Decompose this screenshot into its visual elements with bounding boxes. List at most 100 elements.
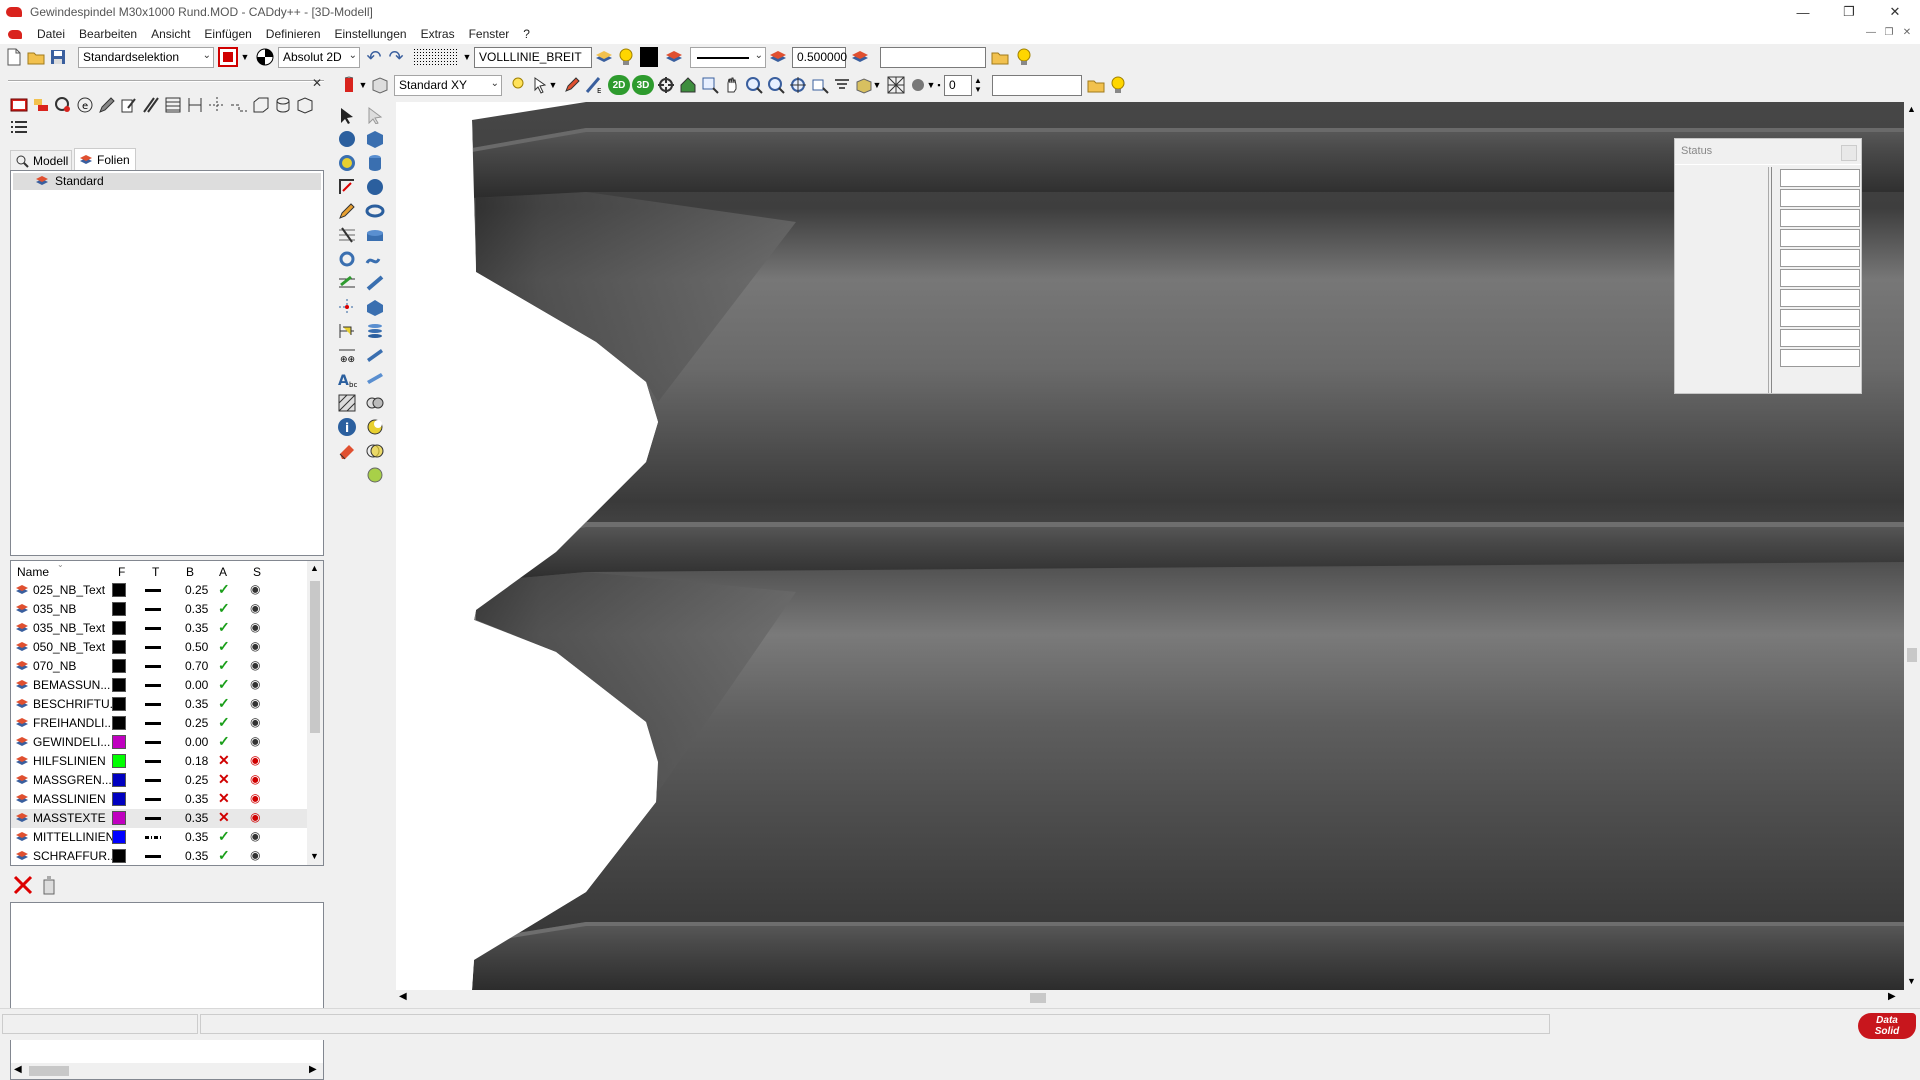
- info-icon[interactable]: i: [336, 416, 358, 438]
- menu-help[interactable]: ?: [516, 27, 537, 41]
- grid-pattern-icon[interactable]: [414, 47, 462, 67]
- layer-linetype-preview[interactable]: [145, 836, 161, 839]
- edit-pen-icon[interactable]: [562, 75, 582, 95]
- scroll-thumb[interactable]: [1907, 648, 1917, 662]
- multi-pen-icon[interactable]: [140, 94, 162, 116]
- clear-icon[interactable]: [40, 874, 58, 899]
- hidden-eye-icon[interactable]: ◉: [250, 810, 260, 824]
- eraser-icon[interactable]: [336, 440, 358, 462]
- select-arrow-icon[interactable]: [336, 104, 358, 126]
- layer-color-swatch[interactable]: [112, 773, 126, 787]
- active-check-icon[interactable]: ✓: [218, 847, 230, 864]
- new-file-icon[interactable]: [4, 47, 24, 67]
- scroll-thumb[interactable]: [310, 581, 320, 733]
- layer-color-swatch[interactable]: [112, 849, 126, 863]
- properties-icon[interactable]: e: [74, 94, 96, 116]
- visible-eye-icon[interactable]: ◉: [250, 734, 260, 748]
- layer-color-swatch[interactable]: [112, 697, 126, 711]
- sphere-icon[interactable]: [364, 176, 386, 198]
- layer-icon[interactable]: [850, 47, 870, 67]
- layer-color-swatch[interactable]: [112, 811, 126, 825]
- number-field[interactable]: 0: [944, 75, 972, 96]
- zoom-previous-icon[interactable]: [810, 75, 830, 95]
- layer-linetype-preview[interactable]: [145, 760, 161, 763]
- visible-eye-icon[interactable]: ◉: [250, 639, 260, 653]
- col-header-a[interactable]: A: [219, 565, 227, 579]
- coordinate-system-icon[interactable]: [255, 47, 275, 67]
- layer-color-swatch[interactable]: [112, 602, 126, 616]
- hatch-icon[interactable]: [162, 94, 184, 116]
- edit-page-icon[interactable]: [118, 94, 140, 116]
- sphere-dark-icon[interactable]: [336, 128, 358, 150]
- layer-linetype-preview[interactable]: [145, 703, 161, 706]
- status-window-close-button[interactable]: [1841, 145, 1857, 161]
- layer-color-swatch[interactable]: [112, 621, 126, 635]
- linetype-field[interactable]: VOLLLINIE_BREIT: [474, 47, 592, 68]
- visible-eye-icon[interactable]: ◉: [250, 601, 260, 615]
- panel-grip[interactable]: [8, 80, 324, 82]
- dimension-text-icon[interactable]: ⊕⊕: [336, 344, 358, 366]
- table-row[interactable]: MASSTEXTE 0.35 ✕ ◉: [11, 809, 307, 828]
- visible-eye-icon[interactable]: ◉: [250, 848, 260, 862]
- visible-eye-icon[interactable]: ◉: [250, 715, 260, 729]
- table-row[interactable]: SCHRAFFUR... 0.35 ✓ ◉: [11, 847, 307, 865]
- house-view-icon[interactable]: [678, 75, 698, 95]
- sphere-yellow-icon[interactable]: [336, 152, 358, 174]
- menu-extras[interactable]: Extras: [414, 27, 462, 41]
- boolean-intersect-icon[interactable]: [364, 440, 386, 462]
- pencil-icon[interactable]: [96, 94, 118, 116]
- extrude-icon[interactable]: [364, 296, 386, 318]
- offset-line-icon[interactable]: [336, 272, 358, 294]
- table-row[interactable]: 025_NB_Text 0.25 ✓ ◉: [11, 581, 307, 600]
- inactive-cross-icon[interactable]: ✕: [218, 771, 230, 788]
- table-row[interactable]: BEMASSUN... 0.00 ✓ ◉: [11, 676, 307, 695]
- lightbulb-icon[interactable]: [1108, 75, 1128, 95]
- col-header-s[interactable]: S: [253, 565, 261, 579]
- zoom-window-icon[interactable]: [700, 75, 720, 95]
- cone-icon[interactable]: [364, 224, 386, 246]
- layer-color-swatch[interactable]: [112, 716, 126, 730]
- table-row[interactable]: FREIHANDLI... 0.25 ✓ ◉: [11, 714, 307, 733]
- scroll-left-icon[interactable]: ◀: [399, 991, 407, 1002]
- active-check-icon[interactable]: ✓: [218, 828, 230, 845]
- layer-icon[interactable]: [594, 47, 614, 67]
- scroll-up-icon[interactable]: ▲: [1907, 104, 1916, 114]
- col-header-b[interactable]: B: [186, 565, 194, 579]
- table-row[interactable]: MITTELLINIEN 0.35 ✓ ◉: [11, 828, 307, 847]
- search-field-1[interactable]: [880, 47, 986, 68]
- layer-linetype-preview[interactable]: [145, 741, 161, 744]
- tree-item-standard[interactable]: Standard: [13, 173, 321, 190]
- text-icon[interactable]: Abc: [336, 368, 358, 390]
- tab-folien[interactable]: Folien: [74, 148, 136, 170]
- layer-color-swatch[interactable]: [112, 735, 126, 749]
- scroll-down-icon[interactable]: ▼: [1907, 976, 1916, 986]
- open-folder-icon[interactable]: [26, 47, 46, 67]
- pointer-options-icon[interactable]: [530, 75, 550, 95]
- selection-filter-icon[interactable]: [218, 47, 238, 67]
- freehand-pen-icon[interactable]: [336, 200, 358, 222]
- inactive-cross-icon[interactable]: ✕: [218, 790, 230, 807]
- scroll-down-icon[interactable]: ▼: [310, 851, 319, 861]
- save-icon[interactable]: [48, 47, 68, 67]
- table-row[interactable]: 035_NB 0.35 ✓ ◉: [11, 600, 307, 619]
- menu-einstellungen[interactable]: Einstellungen: [328, 27, 414, 41]
- cube-outline-icon[interactable]: [294, 94, 316, 116]
- inactive-cross-icon[interactable]: ✕: [218, 809, 230, 826]
- cylinder-outline-icon[interactable]: [272, 94, 294, 116]
- hidden-eye-icon[interactable]: ◉: [250, 753, 260, 767]
- crosshair-icon[interactable]: [206, 94, 228, 116]
- table-row[interactable]: MASSGREN... 0.25 ✕ ◉: [11, 771, 307, 790]
- sweep-icon[interactable]: [364, 272, 386, 294]
- active-check-icon[interactable]: ✓: [218, 695, 230, 712]
- table-row[interactable]: MASSLINIEN 0.35 ✕ ◉: [11, 790, 307, 809]
- maximize-button[interactable]: ❐: [1826, 0, 1872, 24]
- menu-definieren[interactable]: Definieren: [259, 27, 328, 41]
- layer-manager-icon[interactable]: [30, 94, 52, 116]
- layer-linetype-preview[interactable]: [145, 722, 161, 725]
- layer-linetype-preview[interactable]: [145, 817, 161, 820]
- box-cube-icon[interactable]: [854, 75, 874, 95]
- beam-icon[interactable]: [364, 344, 386, 366]
- folder-search-icon[interactable]: [1086, 75, 1106, 95]
- linewidth-field[interactable]: 0.500000: [792, 47, 847, 68]
- horizontal-scrollbar[interactable]: ◀ ▶: [11, 1063, 323, 1079]
